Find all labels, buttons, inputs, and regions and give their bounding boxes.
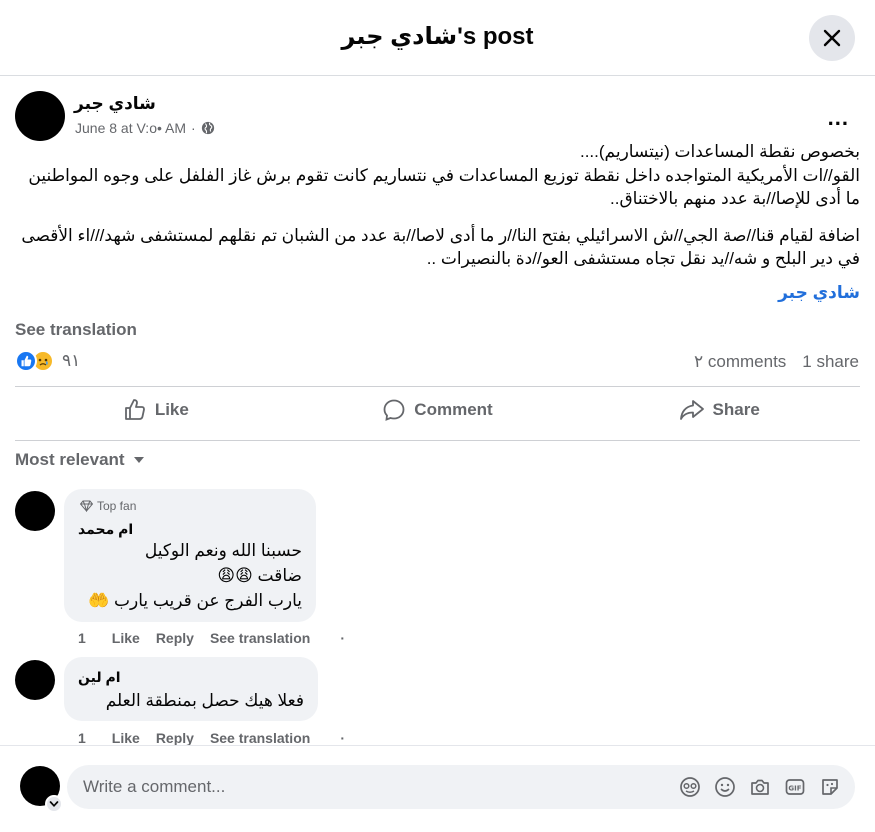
post-stats: ٢ comments 1 share	[694, 352, 859, 372]
emoji-icon[interactable]	[713, 775, 736, 798]
composer-tools: GIF	[678, 775, 841, 798]
diamond-icon	[80, 500, 93, 512]
camera-icon[interactable]	[748, 775, 771, 798]
comment-text-line-2: ضاقت 😩😩	[217, 566, 302, 585]
like-button[interactable]: Like	[15, 388, 297, 432]
comment-author[interactable]: ام لين	[78, 669, 121, 686]
comment-text-line-1: فعلا هيك حصل بمنطقة العلم	[105, 691, 304, 710]
like-reaction-icon	[15, 350, 37, 372]
comment-reply-button[interactable]: Reply	[156, 630, 194, 646]
gif-icon[interactable]: GIF	[783, 775, 806, 798]
close-button[interactable]	[809, 15, 855, 61]
comment-actions: 1 Like Reply See translation ·	[78, 730, 361, 746]
comment-like-button[interactable]: Like	[112, 630, 140, 646]
sticker-icon[interactable]	[818, 775, 841, 798]
post-body-line-2: القو//ات الأمريكية المتواجده داخل نقطة ت…	[28, 166, 860, 208]
share-label: Share	[712, 400, 760, 419]
top-fan-badge: Top fan	[80, 499, 136, 513]
comment-bubble: Top fan ام محمد حسبنا الله ونعم الوكيل ض…	[64, 489, 316, 622]
speech-bubble-icon	[383, 399, 405, 421]
post-meta: June 8 at V:o• AM ·	[75, 120, 215, 136]
comment-avatar[interactable]	[15, 660, 55, 700]
post-author-avatar[interactable]	[15, 91, 65, 141]
comment-author[interactable]: ام محمد	[78, 521, 133, 538]
see-translation-link[interactable]: See translation	[15, 320, 137, 340]
svg-text:GIF: GIF	[788, 784, 801, 792]
comment-like-button[interactable]: Like	[112, 730, 140, 746]
comment-label: Comment	[414, 400, 493, 419]
comment-composer-area: Write a comment... GIF	[0, 745, 875, 832]
comment-reaction-count[interactable]: 1	[78, 730, 86, 746]
comments-count[interactable]: ٢ comments	[694, 352, 786, 372]
share-button[interactable]: Share	[578, 388, 860, 432]
post-body-line-1: بخصوص نقطة المساعدات (نيتساريم)....	[579, 142, 860, 161]
post-action-bar: Like Comment Share	[15, 388, 860, 432]
like-label: Like	[154, 400, 189, 419]
reactions-summary[interactable]: ٩١	[15, 350, 80, 372]
divider	[15, 386, 860, 387]
post-date[interactable]: June 8 at V:o• AM	[75, 120, 186, 136]
comment-see-translation[interactable]: See translation	[210, 630, 310, 646]
comment-options-dot[interactable]: ·	[340, 630, 345, 646]
comment-reply-button[interactable]: Reply	[156, 730, 194, 746]
share-arrow-icon	[679, 400, 704, 420]
post-more-options-button[interactable]: ...	[828, 105, 849, 131]
modal-header: شادي جبر's post	[0, 0, 875, 76]
modal-title: شادي جبر's post	[341, 23, 534, 50]
comment-avatar[interactable]	[15, 491, 55, 531]
shares-count[interactable]: 1 share	[802, 352, 859, 372]
comment-input-placeholder: Write a comment...	[83, 777, 226, 796]
avatar-sticker-icon[interactable]	[678, 775, 701, 798]
comment-reaction-count[interactable]: 1	[78, 630, 86, 646]
comment-bubble: ام لين فعلا هيك حصل بمنطقة العلم	[64, 657, 318, 721]
caret-down-icon	[133, 457, 144, 463]
post-body-line-3: اضافة لقيام قنا//صة الجي//ش الاسرائيلي ب…	[21, 226, 860, 268]
divider	[15, 440, 860, 441]
meta-separator: ·	[191, 120, 196, 136]
comment-text-line-3: يارب الفرج عن قريب يارب 🤲	[88, 591, 302, 610]
comment-input[interactable]: Write a comment... GIF	[67, 765, 855, 809]
post-hashtag-link[interactable]: شادي جبر	[778, 283, 860, 303]
chevron-down-icon	[49, 801, 59, 808]
account-switcher-button[interactable]	[45, 795, 63, 813]
comment-text-line-1: حسبنا الله ونعم الوكيل	[144, 541, 302, 560]
comment-sort-dropdown[interactable]: Most relevant	[15, 450, 145, 470]
top-fan-label: Top fan	[97, 499, 137, 513]
thumbs-up-icon	[124, 399, 145, 420]
comment-options-dot[interactable]: ·	[340, 730, 345, 746]
close-icon	[823, 29, 841, 47]
post-author-name[interactable]: شادي جبر	[74, 94, 156, 114]
reaction-count: ٩١	[62, 351, 81, 370]
comment-see-translation[interactable]: See translation	[210, 730, 310, 746]
comment-actions: 1 Like Reply See translation ·	[78, 630, 361, 646]
sort-label: Most relevant	[15, 450, 125, 469]
comment-button[interactable]: Comment	[297, 388, 579, 432]
globe-icon	[201, 121, 214, 135]
